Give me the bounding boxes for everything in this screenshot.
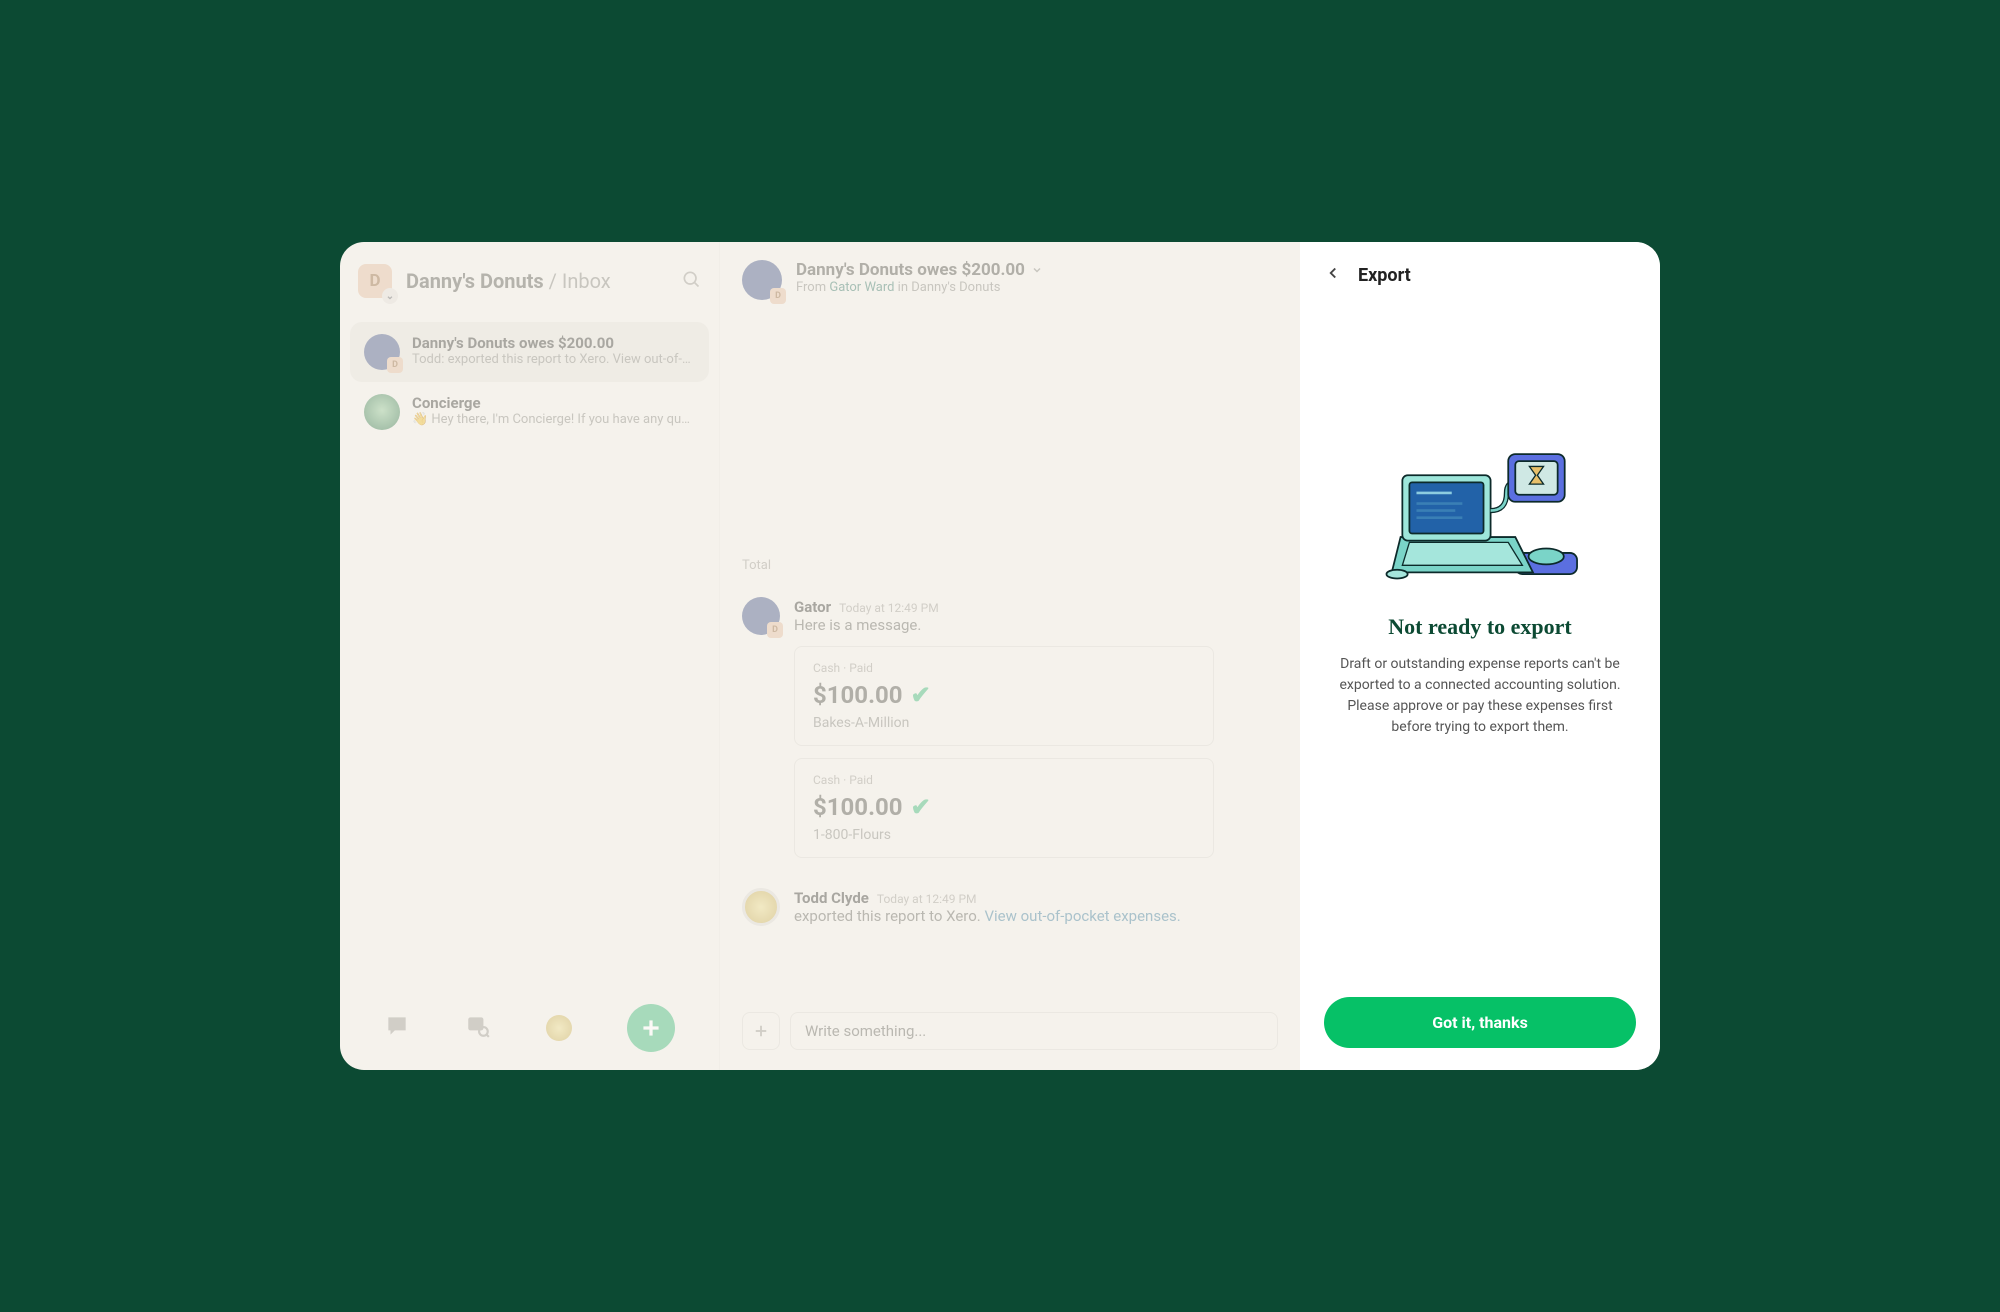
chevron-down-icon	[1031, 264, 1043, 276]
thread-header: D Danny's Donuts owes $200.00 From Gator…	[720, 242, 1300, 318]
conversation-title: Concierge	[412, 394, 695, 412]
message: Todd Clyde Today at 12:49 PM exported th…	[742, 888, 1278, 926]
conversation-item[interactable]: D Danny's Donuts owes $200.00 Todd: expo…	[350, 322, 709, 382]
app-window: D ⌄ Danny's Donuts / Inbox D Danny's Don…	[340, 242, 1660, 1070]
conversation-list: D Danny's Donuts owes $200.00 Todd: expo…	[340, 316, 719, 448]
conversation-preview: Todd: exported this report to Xero. View…	[412, 352, 695, 367]
chevron-down-icon: ⌄	[382, 288, 398, 304]
receipt-search-icon[interactable]	[465, 1013, 491, 1043]
expense-card[interactable]: Cash · Paid $100.00 ✔ 1-800-Flours	[794, 758, 1214, 858]
add-button[interactable]	[742, 1012, 780, 1050]
conversation-title: Danny's Donuts owes $200.00	[412, 334, 695, 352]
avatar	[742, 888, 780, 926]
expense-amount: $100.00	[813, 681, 903, 709]
expense-meta: Cash · Paid	[813, 773, 1195, 787]
laptop-hourglass-illustration	[1370, 440, 1590, 590]
back-button[interactable]	[1324, 264, 1342, 286]
avatar-badge: D	[767, 622, 783, 638]
sidebar-section: Inbox	[562, 269, 611, 293]
message: D Gator Today at 12:49 PM Here is a mess…	[742, 597, 1278, 870]
avatar-badge: D	[387, 357, 403, 373]
coin-icon[interactable]	[546, 1015, 572, 1041]
message-author: Gator	[794, 598, 831, 616]
new-button[interactable]	[627, 1004, 675, 1052]
expense-amount: $100.00	[813, 793, 903, 821]
composer-input[interactable]: Write something...	[790, 1012, 1278, 1050]
avatar	[364, 394, 400, 430]
workspace-name: Danny's Donuts	[406, 269, 544, 293]
main-pane: D Danny's Donuts owes $200.00 From Gator…	[720, 242, 1300, 1070]
workspace-avatar-letter: D	[369, 271, 380, 291]
expense-merchant: 1-800-Flours	[813, 827, 1195, 843]
drawer-body: Not ready to export Draft or outstanding…	[1324, 310, 1636, 983]
drawer-paragraph: Draft or outstanding expense reports can…	[1330, 654, 1630, 738]
avatar: D	[742, 597, 780, 635]
got-it-button[interactable]: Got it, thanks	[1324, 997, 1636, 1048]
expense-meta: Cash · Paid	[813, 661, 1195, 675]
message-timestamp: Today at 12:49 PM	[839, 601, 939, 615]
message-text: exported this report to Xero. View out-o…	[794, 907, 1278, 925]
thread-subtitle: From Gator Ward in Danny's Donuts	[796, 280, 1043, 295]
sidebar-header: D ⌄ Danny's Donuts / Inbox	[340, 242, 719, 316]
composer: Write something...	[720, 998, 1300, 1070]
message-author: Todd Clyde	[794, 889, 869, 907]
search-icon[interactable]	[681, 269, 701, 294]
expense-card[interactable]: Cash · Paid $100.00 ✔ Bakes-A-Million	[794, 646, 1214, 746]
chat-icon[interactable]	[384, 1013, 410, 1043]
drawer-title: Export	[1358, 265, 1411, 286]
message-text: Here is a message.	[794, 616, 1278, 634]
check-icon: ✔	[911, 793, 931, 821]
view-expenses-link[interactable]: View out-of-pocket expenses.	[984, 907, 1180, 925]
background-illustration	[742, 322, 1278, 552]
thread-body[interactable]: Total D Gator Today at 12:49 PM Here is …	[720, 318, 1300, 998]
drawer-header: Export	[1324, 264, 1636, 286]
expense-merchant: Bakes-A-Million	[813, 715, 1195, 731]
message-timestamp: Today at 12:49 PM	[877, 892, 977, 906]
sidebar-title: Danny's Donuts / Inbox	[406, 269, 667, 293]
avatar-badge: D	[770, 288, 786, 304]
conversation-preview: 👋 Hey there, I'm Concierge! If you have …	[412, 412, 695, 427]
total-label: Total	[742, 558, 1278, 573]
thread-title[interactable]: Danny's Donuts owes $200.00	[796, 260, 1043, 280]
drawer-heading: Not ready to export	[1388, 614, 1572, 640]
conversation-item[interactable]: Concierge 👋 Hey there, I'm Concierge! If…	[350, 382, 709, 442]
avatar: D	[742, 260, 782, 300]
sidebar-footer	[340, 986, 719, 1070]
workspace-avatar[interactable]: D ⌄	[358, 264, 392, 298]
export-drawer: Export	[1300, 242, 1660, 1070]
sidebar: D ⌄ Danny's Donuts / Inbox D Danny's Don…	[340, 242, 720, 1070]
check-icon: ✔	[911, 681, 931, 709]
avatar: D	[364, 334, 400, 370]
from-link[interactable]: Gator Ward	[829, 280, 894, 295]
